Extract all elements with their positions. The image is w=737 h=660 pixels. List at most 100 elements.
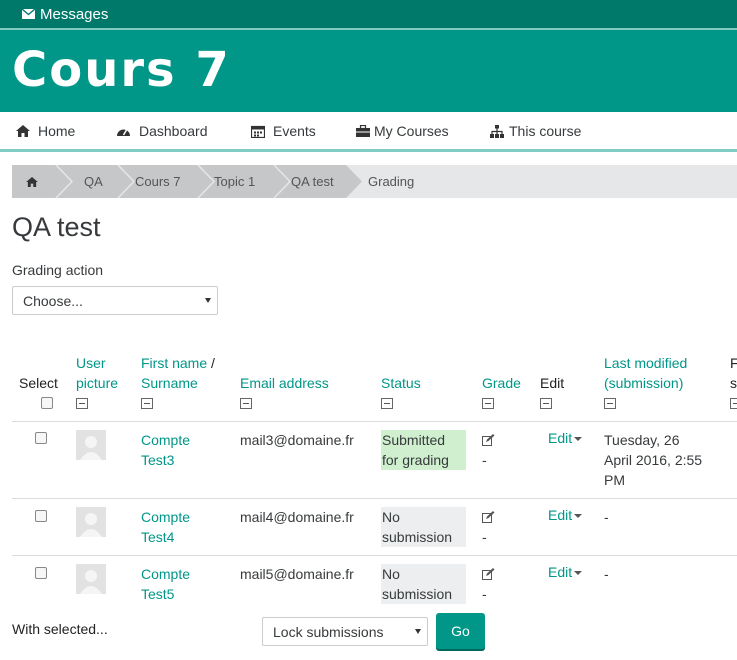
header-user-picture[interactable]: User picture <box>76 353 118 393</box>
header-select: Select <box>19 375 58 391</box>
collapse-column-icon[interactable] <box>381 398 393 409</box>
grading-action-value: Choose... <box>23 292 83 309</box>
user-name-link[interactable]: Compte Test3 <box>141 430 190 470</box>
status-line1: No <box>382 566 400 582</box>
table-divider <box>12 555 737 556</box>
last-modified-cell: - <box>604 509 609 525</box>
course-banner: Cours 7 <box>0 30 737 112</box>
nav-my-courses-label: My Courses <box>374 123 449 139</box>
collapse-column-icon[interactable] <box>141 398 153 409</box>
navbar: Home Dashboard Events My Courses This co… <box>0 112 737 152</box>
nav-home[interactable]: Home <box>16 112 75 150</box>
email-cell: mail5@domaine.fr <box>240 566 354 582</box>
user-name-link[interactable]: Compte Test5 <box>141 564 190 604</box>
bulk-action-select[interactable]: Lock submissions <box>262 617 428 646</box>
edit-menu[interactable]: Edit <box>548 430 583 446</box>
messages-link[interactable]: Messages <box>40 6 108 23</box>
nav-my-courses[interactable]: My Courses <box>356 112 449 150</box>
avatar <box>76 507 106 537</box>
modified-line1: Tuesday, 26 <box>604 432 680 448</box>
sitemap-icon <box>490 124 504 138</box>
grading-action-label: Grading action <box>12 262 104 278</box>
with-selected-label: With selected... <box>12 621 108 637</box>
course-title: Cours 7 <box>12 42 231 98</box>
breadcrumb-item-grading: Grading <box>368 174 415 189</box>
go-button[interactable]: Go <box>436 613 485 649</box>
briefcase-icon <box>356 125 370 137</box>
chevron-down-icon <box>205 297 211 303</box>
collapse-column-icon[interactable] <box>482 398 494 409</box>
user-placeholder-icon <box>80 570 102 594</box>
breadcrumb-item-qa[interactable]: QA <box>84 165 103 198</box>
status-line2: submission <box>382 529 453 545</box>
collapse-column-icon[interactable] <box>76 398 88 409</box>
grading-action-select[interactable]: Choose... <box>12 286 218 315</box>
collapse-column-icon[interactable] <box>604 398 616 409</box>
header-cut-off: F s <box>730 353 737 393</box>
header-grade[interactable]: Grade <box>482 373 521 393</box>
row-select-checkbox[interactable] <box>35 432 47 444</box>
nav-events[interactable]: Events <box>251 112 316 150</box>
edit-label: Edit <box>548 430 573 446</box>
email-cell: mail3@domaine.fr <box>240 432 354 448</box>
caret-down-icon <box>574 514 583 519</box>
header-first-name[interactable]: First name <box>141 355 207 371</box>
user-name-link[interactable]: Compte Test4 <box>141 507 190 547</box>
header-last-modified-line1: Last modified <box>604 355 688 371</box>
caret-down-icon <box>574 571 583 576</box>
caret-down-icon <box>574 437 583 442</box>
surname: Test4 <box>141 529 175 545</box>
header-edit: Edit <box>540 375 565 391</box>
collapse-column-icon[interactable] <box>240 398 252 409</box>
select-all-checkbox[interactable] <box>41 397 53 409</box>
collapse-column-icon[interactable] <box>730 398 737 409</box>
envelope-icon <box>22 9 35 19</box>
row-select-checkbox[interactable] <box>35 567 47 579</box>
nav-dashboard-label: Dashboard <box>139 123 208 139</box>
collapse-column-icon[interactable] <box>540 398 552 409</box>
first-name: Compte <box>141 566 191 582</box>
header-last-modified[interactable]: Last modified (submission) <box>604 353 687 393</box>
header-status[interactable]: Status <box>381 373 421 393</box>
row-select-checkbox[interactable] <box>35 510 47 522</box>
surname: Test3 <box>141 452 175 468</box>
grade-value: - <box>482 529 487 545</box>
dashboard-icon <box>117 129 130 136</box>
header-user-picture-line2: picture <box>76 375 119 391</box>
nav-dashboard[interactable]: Dashboard <box>116 112 208 150</box>
status-line2: submission <box>382 586 453 602</box>
edit-menu[interactable]: Edit <box>548 507 583 523</box>
edit-grade-icon[interactable] <box>482 511 495 523</box>
bulk-action-value: Lock submissions <box>273 623 384 640</box>
nav-home-label: Home <box>38 123 76 139</box>
header-email[interactable]: Email address <box>240 373 329 393</box>
nav-this-course[interactable]: This course <box>490 112 581 150</box>
user-placeholder-icon <box>80 513 102 537</box>
header-surname[interactable]: Surname <box>141 375 198 391</box>
breadcrumb-item-topic[interactable]: Topic 1 <box>214 165 255 198</box>
edit-label: Edit <box>548 507 573 523</box>
edit-menu[interactable]: Edit <box>548 564 583 580</box>
first-name: Compte <box>141 509 191 525</box>
modified-line3: PM <box>604 472 625 488</box>
edit-grade-icon[interactable] <box>482 568 495 580</box>
status-line1: No <box>382 509 400 525</box>
table-divider <box>12 421 737 422</box>
breadcrumb-home[interactable] <box>26 165 38 198</box>
nav-this-course-label: This course <box>509 123 582 139</box>
edit-grade-icon[interactable] <box>482 434 495 446</box>
home-icon <box>26 176 38 187</box>
breadcrumb-item-course[interactable]: Cours 7 <box>135 165 181 198</box>
nav-events-label: Events <box>273 123 316 139</box>
header-name-separator: / <box>207 355 215 371</box>
last-modified-cell: Tuesday, 26 April 2016, 2:55 PM <box>604 430 702 490</box>
header-user-picture-line1: User <box>76 355 106 371</box>
table-divider <box>12 498 737 499</box>
surname: Test5 <box>141 586 175 602</box>
header-name: First name / Surname <box>141 353 215 393</box>
grade-value: - <box>482 452 487 468</box>
edit-label: Edit <box>548 564 573 580</box>
breadcrumb-item-qa-test[interactable]: QA test <box>291 165 334 198</box>
user-placeholder-icon <box>80 436 102 460</box>
page-title: QA test <box>12 212 101 242</box>
